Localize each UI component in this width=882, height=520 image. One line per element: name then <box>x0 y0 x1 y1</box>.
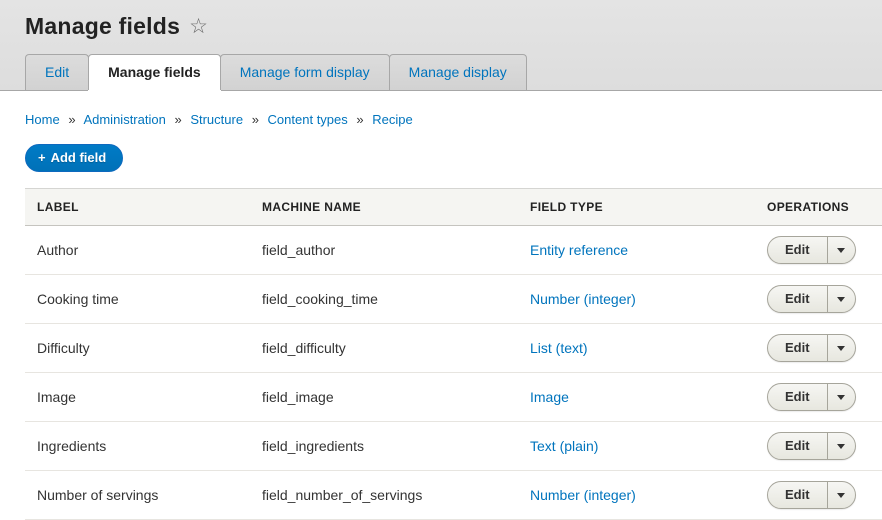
table-row: Author field_author Entity reference Edi… <box>25 225 882 275</box>
table-row: Number of servings field_number_of_servi… <box>25 470 882 520</box>
field-type-link[interactable]: Text (plain) <box>530 438 598 454</box>
table-header-row: LABEL MACHINE NAME FIELD TYPE OPERATIONS <box>25 188 882 226</box>
plus-icon: + <box>38 150 46 165</box>
field-type-link[interactable]: List (text) <box>530 340 588 356</box>
breadcrumb-administration[interactable]: Administration <box>83 112 165 127</box>
operations-dropbutton: Edit <box>767 236 856 264</box>
breadcrumb-separator: » <box>251 112 259 127</box>
field-type-link[interactable]: Number (integer) <box>530 487 636 503</box>
operations-dropbutton: Edit <box>767 481 856 509</box>
favorite-star-icon[interactable]: ☆ <box>189 16 208 37</box>
primary-tabs: Edit Manage fields Manage form display M… <box>0 54 882 90</box>
table-row: Image field_image Image Edit <box>25 372 882 422</box>
column-header-label: LABEL <box>25 188 250 226</box>
dropdown-toggle-button[interactable] <box>828 482 855 508</box>
add-field-label: Add field <box>50 150 107 165</box>
chevron-down-icon <box>837 492 846 498</box>
actions-bar: + Add field <box>0 127 882 188</box>
chevron-down-icon <box>837 247 846 253</box>
column-header-operations: OPERATIONS <box>755 188 882 226</box>
column-header-field-type: FIELD TYPE <box>518 188 755 226</box>
chevron-down-icon <box>837 443 846 449</box>
dropdown-toggle-button[interactable] <box>828 433 855 459</box>
field-label-cell: Number of servings <box>25 470 250 520</box>
breadcrumb-recipe[interactable]: Recipe <box>372 112 412 127</box>
field-label-cell: Image <box>25 372 250 422</box>
chevron-down-icon <box>837 394 846 400</box>
fields-table: LABEL MACHINE NAME FIELD TYPE OPERATIONS… <box>25 188 882 520</box>
tab-manage-form-display[interactable]: Manage form display <box>219 54 390 90</box>
dropdown-toggle-button[interactable] <box>828 384 855 410</box>
machine-name-cell: field_cooking_time <box>250 274 518 324</box>
dropdown-toggle-button[interactable] <box>828 335 855 361</box>
breadcrumb: Home » Administration » Structure » Cont… <box>0 91 882 127</box>
chevron-down-icon <box>837 345 846 351</box>
machine-name-cell: field_difficulty <box>250 323 518 373</box>
page-header: Manage fields ☆ Edit Manage fields Manag… <box>0 0 882 91</box>
field-label-cell: Author <box>25 225 250 275</box>
machine-name-cell: field_ingredients <box>250 421 518 471</box>
operations-dropbutton: Edit <box>767 432 856 460</box>
field-label-cell: Difficulty <box>25 323 250 373</box>
breadcrumb-home[interactable]: Home <box>25 112 60 127</box>
edit-button[interactable]: Edit <box>768 384 828 410</box>
breadcrumb-content-types[interactable]: Content types <box>268 112 348 127</box>
edit-button[interactable]: Edit <box>768 237 828 263</box>
page-title: Manage fields <box>25 13 181 39</box>
operations-dropbutton: Edit <box>767 285 856 313</box>
breadcrumb-separator: » <box>68 112 76 127</box>
breadcrumb-separator: » <box>174 112 182 127</box>
chevron-down-icon <box>837 296 846 302</box>
operations-dropbutton: Edit <box>767 383 856 411</box>
field-type-link[interactable]: Entity reference <box>530 242 628 258</box>
column-header-machine-name: MACHINE NAME <box>250 188 518 226</box>
machine-name-cell: field_number_of_servings <box>250 470 518 520</box>
main-content: Home » Administration » Structure » Cont… <box>0 91 882 520</box>
dropdown-toggle-button[interactable] <box>828 237 855 263</box>
tab-manage-display[interactable]: Manage display <box>388 54 527 90</box>
field-type-link[interactable]: Image <box>530 389 569 405</box>
table-row: Difficulty field_difficulty List (text) … <box>25 323 882 373</box>
machine-name-cell: field_author <box>250 225 518 275</box>
dropdown-toggle-button[interactable] <box>828 286 855 312</box>
tab-edit[interactable]: Edit <box>25 54 90 90</box>
table-row: Cooking time field_cooking_time Number (… <box>25 274 882 324</box>
edit-button[interactable]: Edit <box>768 286 828 312</box>
field-label-cell: Ingredients <box>25 421 250 471</box>
table-row: Ingredients field_ingredients Text (plai… <box>25 421 882 471</box>
tab-manage-fields[interactable]: Manage fields <box>88 54 221 90</box>
breadcrumb-structure[interactable]: Structure <box>190 112 243 127</box>
edit-button[interactable]: Edit <box>768 482 828 508</box>
machine-name-cell: field_image <box>250 372 518 422</box>
field-label-cell: Cooking time <box>25 274 250 324</box>
breadcrumb-separator: » <box>356 112 364 127</box>
title-row: Manage fields ☆ <box>0 13 882 40</box>
field-type-link[interactable]: Number (integer) <box>530 291 636 307</box>
operations-dropbutton: Edit <box>767 334 856 362</box>
edit-button[interactable]: Edit <box>768 433 828 459</box>
add-field-button[interactable]: + Add field <box>25 144 124 172</box>
edit-button[interactable]: Edit <box>768 335 828 361</box>
